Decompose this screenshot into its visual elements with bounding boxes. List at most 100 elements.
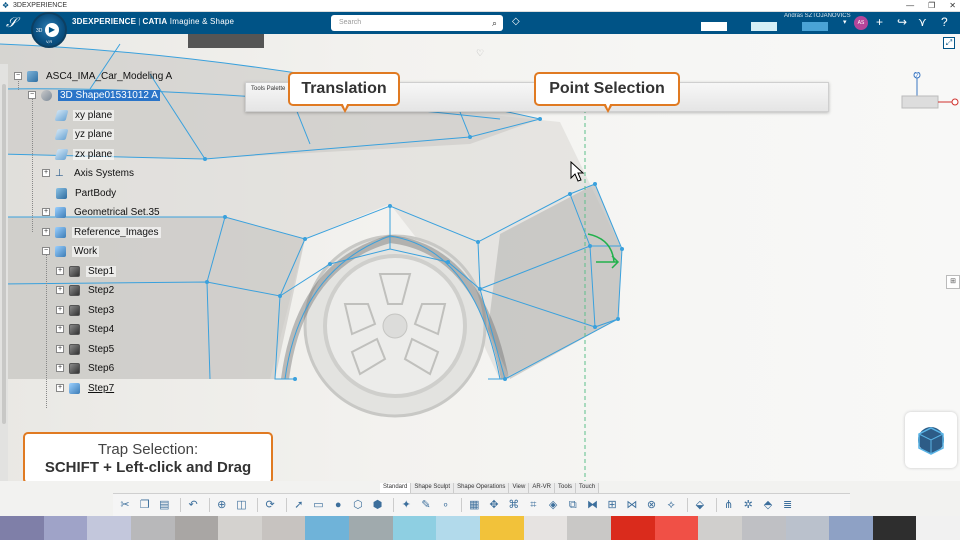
- color-swatch[interactable]: [130, 516, 175, 540]
- tree-item-label[interactable]: xy plane: [73, 109, 115, 121]
- share-icon[interactable]: ↪: [897, 15, 907, 29]
- side-panel-tab[interactable]: ⊞: [946, 275, 960, 289]
- refresh-icon[interactable]: ⟳: [262, 497, 278, 513]
- snap-icon[interactable]: ✲: [740, 497, 756, 513]
- mesh2-icon[interactable]: ⌗: [525, 497, 541, 513]
- mirror-icon[interactable]: ⧉: [565, 497, 581, 513]
- transform-icon[interactable]: ✥: [486, 497, 502, 513]
- tree-item-label[interactable]: Axis Systems: [72, 168, 136, 179]
- color-swatch[interactable]: [785, 516, 830, 540]
- color-swatch[interactable]: [698, 516, 742, 540]
- expand-icon[interactable]: +: [56, 267, 64, 275]
- tree-item[interactable]: + Step7: [56, 380, 116, 396]
- weld-icon[interactable]: ⊗: [644, 497, 660, 513]
- color-swatch[interactable]: [43, 516, 88, 540]
- tab-touch[interactable]: Touch: [576, 483, 600, 493]
- maximize-button[interactable]: ❐: [928, 0, 935, 11]
- tree-item[interactable]: + Step1: [56, 263, 117, 279]
- avatar[interactable]: AS: [854, 16, 868, 30]
- tree-item-label[interactable]: Step5: [86, 344, 116, 355]
- tree-item[interactable]: + Step6: [56, 360, 116, 376]
- expand-icon[interactable]: +: [42, 169, 50, 177]
- color-swatch[interactable]: [392, 516, 437, 540]
- tree-item-label[interactable]: Step3: [86, 305, 116, 316]
- fullscreen-icon[interactable]: ⤢: [943, 37, 955, 49]
- tree-item-label[interactable]: Reference_Images: [72, 226, 161, 238]
- tree-item[interactable]: + Reference_Images: [42, 224, 161, 240]
- crease-icon[interactable]: ⋈: [624, 497, 640, 513]
- ds-logo-icon[interactable]: 𝒮: [6, 15, 17, 31]
- tree-item-label[interactable]: Geometrical Set.35: [72, 207, 162, 218]
- tree-item-label[interactable]: zx plane: [73, 148, 115, 160]
- compass-widget[interactable]: 3D ▶ V,R: [31, 12, 67, 48]
- play-icon[interactable]: ▶: [45, 23, 59, 37]
- minimize-button[interactable]: —: [906, 0, 914, 11]
- tree-scrollbar[interactable]: [0, 64, 8, 481]
- tree-item-label[interactable]: PartBody: [73, 188, 118, 199]
- tree-item[interactable]: − ASC4_IMA_Car_Modeling A: [14, 68, 174, 84]
- undo-icon[interactable]: ↶: [185, 497, 201, 513]
- tab-tools[interactable]: Tools: [555, 483, 577, 493]
- tab-shape-operations[interactable]: Shape Operations: [454, 483, 510, 493]
- color-swatch[interactable]: [741, 516, 786, 540]
- color-swatch[interactable]: [829, 516, 873, 540]
- tree-item[interactable]: yz plane: [54, 126, 115, 142]
- color-swatch[interactable]: [610, 516, 655, 540]
- mesh-icon[interactable]: ⌘: [506, 497, 522, 513]
- tree-item[interactable]: + Step4: [56, 321, 116, 337]
- tree-item[interactable]: − Work: [42, 243, 100, 259]
- subdivide-icon[interactable]: ⊞: [604, 497, 620, 513]
- tree-item-label[interactable]: Step6: [86, 363, 116, 374]
- color-swatch[interactable]: [218, 516, 262, 540]
- search-icon[interactable]: ⌕: [492, 15, 497, 31]
- color-swatch[interactable]: [87, 516, 131, 540]
- view-cube[interactable]: [905, 412, 957, 468]
- view-axis-widget[interactable]: Z: [896, 72, 960, 116]
- merge-icon[interactable]: ⬙: [692, 497, 708, 513]
- cube-icon[interactable]: ◈: [545, 497, 561, 513]
- copy-icon[interactable]: ❐: [137, 497, 153, 513]
- tree-item[interactable]: + Step5: [56, 341, 116, 357]
- tab-ar-vr[interactable]: AR-VR: [529, 483, 556, 493]
- tree-item-label[interactable]: Step4: [86, 324, 116, 335]
- chevron-down-icon[interactable]: ▾: [843, 18, 847, 26]
- color-swatch[interactable]: [654, 516, 699, 540]
- color-swatch[interactable]: [436, 516, 481, 540]
- tab-shape-sculpt[interactable]: Shape Sculpt: [411, 483, 455, 493]
- tree-item-label[interactable]: yz plane: [73, 128, 115, 140]
- tree-item[interactable]: + Geometrical Set.35: [42, 204, 162, 220]
- color-swatch[interactable]: [261, 516, 306, 540]
- tab-standard[interactable]: Standard: [380, 483, 412, 493]
- collapse-icon[interactable]: −: [42, 247, 50, 255]
- help-icon[interactable]: ?: [941, 15, 948, 29]
- tree-item[interactable]: PartBody: [56, 185, 118, 201]
- search-input[interactable]: Search ⌕: [331, 15, 503, 31]
- tree-item-label[interactable]: ASC4_IMA_Car_Modeling A: [44, 71, 174, 82]
- tree-item-label[interactable]: Work: [72, 245, 100, 257]
- tab-view[interactable]: View: [509, 483, 530, 493]
- expand-icon[interactable]: +: [56, 384, 64, 392]
- tree-item[interactable]: xy plane: [54, 107, 115, 123]
- tag-icon[interactable]: ◇: [512, 16, 520, 27]
- grid-icon[interactable]: ▦: [466, 497, 482, 513]
- color-swatch[interactable]: [916, 516, 960, 540]
- expand-icon[interactable]: +: [56, 345, 64, 353]
- tree-item[interactable]: zx plane: [54, 146, 115, 162]
- 3d-viewport[interactable]: ♡ − ASC4_IMA_Car_Modeling A − 3D Shape01…: [0, 34, 960, 481]
- color-swatch[interactable]: [0, 516, 44, 540]
- user-name[interactable]: Andras SZTOJANOVICS: [784, 13, 851, 19]
- expand-icon[interactable]: +: [56, 364, 64, 372]
- color-swatch[interactable]: [480, 516, 524, 540]
- view-icon[interactable]: ◫: [233, 497, 249, 513]
- shape-icon[interactable]: ⬡: [350, 497, 366, 513]
- dot-icon[interactable]: ∘: [438, 497, 454, 513]
- sphere-icon[interactable]: ●: [330, 497, 346, 513]
- paste-icon[interactable]: ▤: [156, 497, 172, 513]
- community-icon[interactable]: ⋎: [918, 15, 927, 29]
- symmetry-icon[interactable]: ⧓: [584, 497, 600, 513]
- color-swatch[interactable]: [567, 516, 611, 540]
- layers-icon[interactable]: ≣: [780, 497, 796, 513]
- color-swatch[interactable]: [349, 516, 393, 540]
- rectangle-icon[interactable]: ▭: [311, 497, 327, 513]
- collapse-icon[interactable]: −: [14, 72, 22, 80]
